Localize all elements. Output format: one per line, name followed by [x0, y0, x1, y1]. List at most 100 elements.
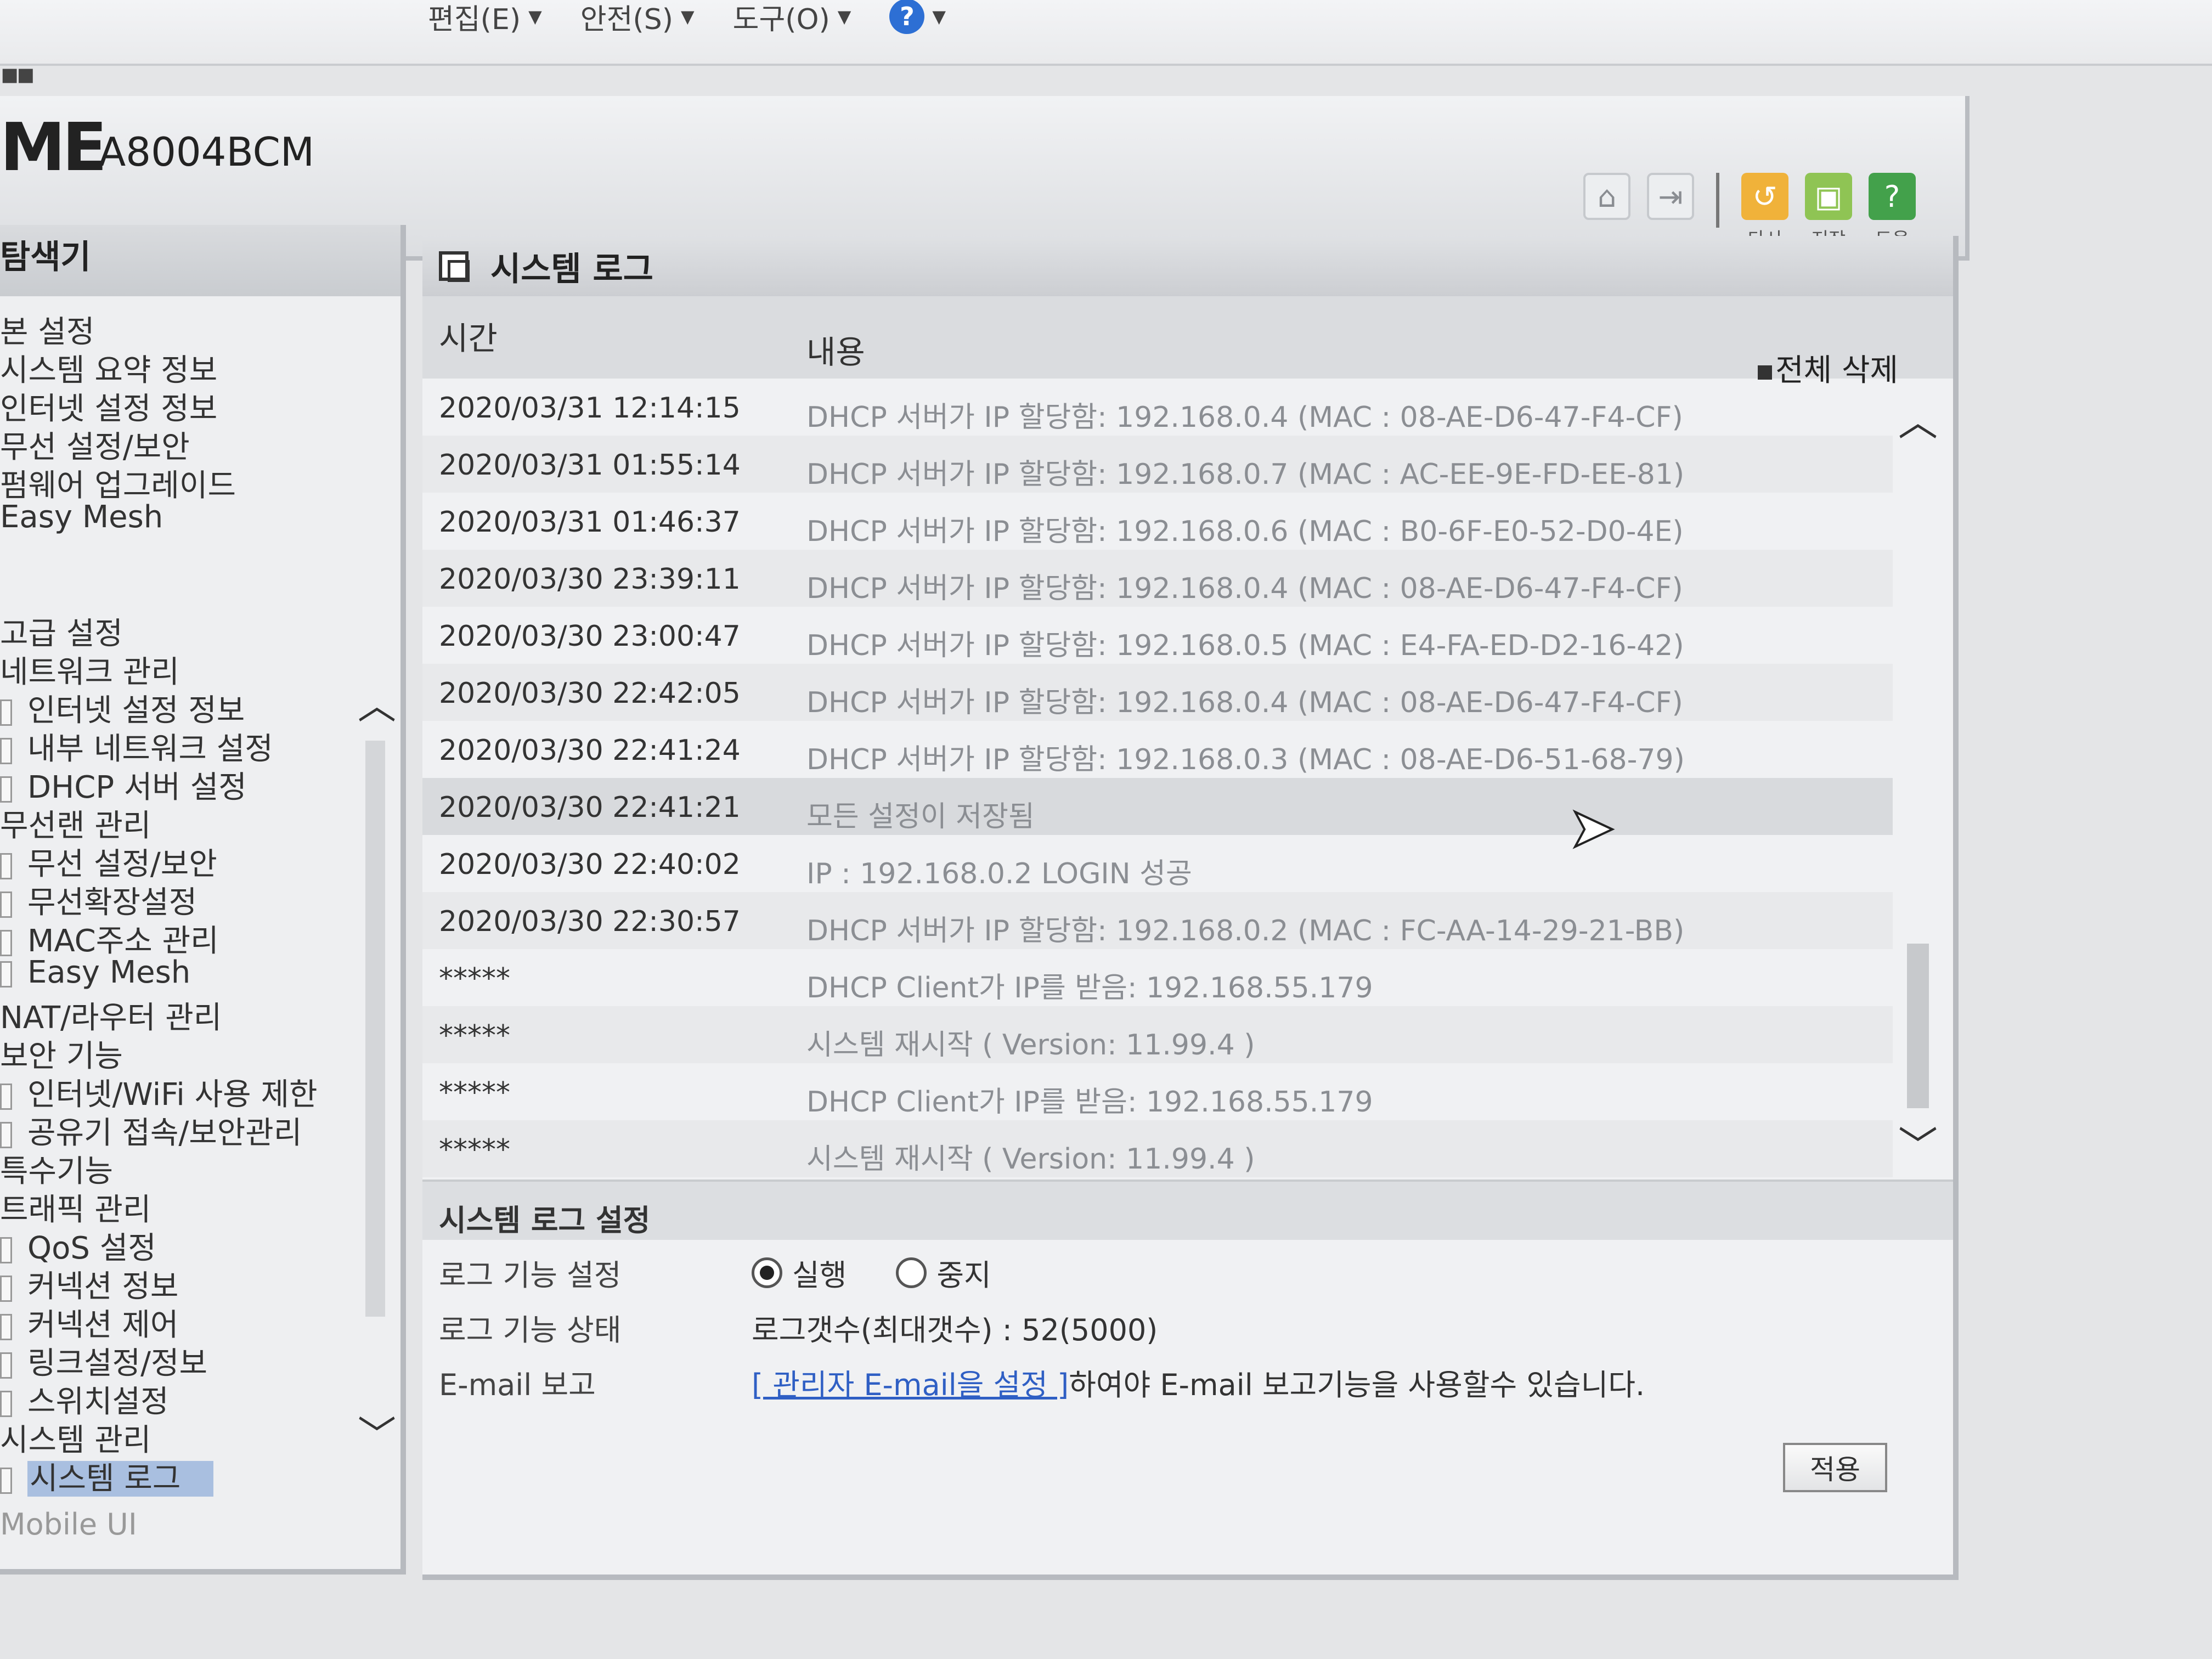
admin-email-link[interactable]: [ 관리자 E-mail을 설정 ]	[752, 1361, 1069, 1404]
sidebar-item-label: 보안 기능	[0, 1039, 123, 1074]
sidebar-item[interactable]: 무선 설정/보안	[0, 422, 190, 467]
log-func-row: 로그 기능 설정 실행 중지	[422, 1240, 1953, 1295]
radio-run[interactable]: 실행	[752, 1251, 847, 1294]
sidebar-item[interactable]: 스위치설정	[0, 1377, 169, 1421]
home-button[interactable]: ⌂	[1583, 173, 1630, 220]
menu-safety[interactable]: 안전(S) ▼	[580, 0, 695, 37]
tree-node-icon	[0, 1467, 12, 1494]
sidebar-item[interactable]: Easy Mesh	[0, 955, 190, 990]
sidebar-item[interactable]: 시스템 관리	[0, 1415, 151, 1460]
help-icon: ?	[1869, 173, 1916, 220]
sidebar-item[interactable]: 특수기능	[0, 1147, 113, 1191]
log-text: DHCP 서버가 IP 할당함: 192.168.0.7 (MAC : AC-E…	[806, 458, 1685, 491]
model-name: A8004BCM	[99, 129, 315, 175]
sidebar-item[interactable]: 인터넷 설정 정보	[0, 384, 217, 428]
sidebar-item[interactable]: 보안 기능	[0, 1031, 123, 1076]
scrollbar-thumb[interactable]	[1907, 944, 1929, 1108]
sidebar-item[interactable]: NAT/라우터 관리	[0, 993, 222, 1037]
log-row: ***** 시스템 재시작 ( Version: 11.99.4 )	[422, 1120, 1893, 1177]
menu-help[interactable]: ? ▼	[889, 0, 946, 34]
sidebar-item-label: NAT/라우터 관리	[0, 1000, 222, 1036]
menu-tools[interactable]: 도구(O) ▼	[733, 0, 851, 37]
sidebar-item[interactable]: 내부 네트워크 설정	[0, 724, 273, 769]
apply-button[interactable]: 적용	[1783, 1443, 1887, 1492]
column-header-time: 시간	[439, 320, 498, 357]
sidebar-item-label: MAC주소 관리	[27, 923, 219, 959]
sidebar-item[interactable]: MAC주소 관리	[0, 916, 219, 961]
radio-stop[interactable]: 중지	[896, 1251, 991, 1294]
sidebar-item[interactable]: 커넥션 정보	[0, 1262, 178, 1306]
log-time: 2020/03/31 01:55:14	[439, 449, 741, 482]
sidebar-item[interactable]: 무선확장설정	[0, 878, 197, 922]
sidebar-item[interactable]: Easy Mesh	[0, 499, 163, 535]
settings-section-title: 시스템 로그 설정	[422, 1180, 1953, 1240]
sidebar-item[interactable]: 공유기 접속/보안관리	[0, 1108, 302, 1153]
home-icon: ⌂	[1583, 173, 1630, 220]
email-row: E-mail 보고 [ 관리자 E-mail을 설정 ] 하여야 E-mail …	[422, 1350, 1953, 1404]
log-time: 2020/03/30 22:40:02	[439, 848, 741, 881]
sidebar-item[interactable]: 무선랜 관리	[0, 801, 151, 845]
tree-node-icon	[0, 1390, 12, 1417]
chevron-down-icon[interactable]: ﹀	[358, 1404, 396, 1460]
sidebar-item-label: 무선랜 관리	[0, 808, 151, 844]
sidebar-item[interactable]: QoS 설정	[0, 1223, 156, 1268]
sidebar-item[interactable]: 인터넷 설정 정보	[0, 686, 245, 730]
log-time: *****	[439, 1133, 510, 1166]
sidebar-item-label: 링크설정/정보	[27, 1346, 207, 1381]
scrollbar-thumb[interactable]	[365, 741, 385, 1317]
sidebar-item[interactable]: 본 설정	[0, 307, 94, 352]
log-status-row: 로그 기능 상태 로그갯수(최대갯수) : 52(5000)	[422, 1295, 1953, 1350]
log-text: DHCP Client가 IP를 받음: 192.168.55.179	[806, 972, 1373, 1005]
logout-icon: ⇥	[1647, 173, 1694, 220]
tree-node-icon	[0, 699, 12, 726]
email-label: E-mail 보고	[439, 1368, 596, 1402]
sidebar-item-label: 본 설정	[0, 314, 95, 350]
log-func-options: 실행 중지	[752, 1251, 1024, 1294]
sidebar-item-label: 고급 설정	[0, 616, 123, 652]
sidebar-item[interactable]: 무선 설정/보안	[0, 839, 217, 884]
log-row: 2020/03/30 23:39:11 DHCP 서버가 IP 할당함: 192.…	[422, 550, 1893, 607]
sidebar-item[interactable]: 고급 설정	[0, 609, 123, 653]
sidebar-item[interactable]: 시스템 로그	[0, 1454, 214, 1498]
menu-edit[interactable]: 편집(E) ▼	[428, 0, 542, 37]
chevron-down-icon[interactable]: ﹀	[1898, 1114, 1938, 1171]
tree-node-icon	[0, 1275, 12, 1302]
mobile-ui-link[interactable]: Mobile UI	[0, 1507, 137, 1542]
main-panel: 시스템 로그 시간 내용 전체 삭제 2020/03/31 12:14:15 DH…	[422, 236, 1959, 1580]
mouse-cursor-icon: ➤	[1568, 794, 1616, 861]
log-row: 2020/03/30 22:40:02 IP : 192.168.0.2 LOGI…	[422, 835, 1893, 892]
log-scrollbar[interactable]: ︿ ﹀	[1898, 379, 1938, 1180]
sidebar-item[interactable]: 네트워크 관리	[0, 647, 179, 692]
sidebar-item-label: Easy Mesh	[27, 955, 191, 990]
log-row: 2020/03/30 22:42:05 DHCP 서버가 IP 할당함: 192.…	[422, 664, 1893, 721]
sidebar-item[interactable]: 펌웨어 업그레이드	[0, 461, 236, 505]
sidebar-item[interactable]: 시스템 요약 정보	[0, 346, 217, 390]
sidebar-item[interactable]: 트래픽 관리	[0, 1185, 151, 1229]
sidebar-item[interactable]: 커넥션 제어	[0, 1300, 178, 1345]
chevron-up-icon[interactable]: ︿	[1898, 390, 1938, 447]
tree-node-icon	[0, 1083, 12, 1110]
grip-icon: ▪▪	[0, 58, 36, 91]
radio-stop-input[interactable]	[896, 1257, 927, 1288]
sidebar-item[interactable]: DHCP 서버 설정	[0, 763, 247, 807]
radio-run-input[interactable]	[752, 1257, 782, 1288]
logout-button[interactable]: ⇥	[1647, 173, 1694, 220]
log-text: 시스템 재시작 ( Version: 11.99.4 )	[806, 1029, 1255, 1062]
log-time: 2020/03/30 22:41:24	[439, 734, 741, 767]
tree-node-icon	[0, 1121, 12, 1148]
chevron-up-icon[interactable]: ︿	[358, 675, 396, 730]
window-icon	[439, 251, 470, 282]
sidebar-item-label: 인터넷 설정 정보	[0, 391, 218, 427]
sidebar-scrollbar[interactable]: ︿ ﹀	[358, 675, 396, 1470]
tree-node-icon	[0, 929, 12, 956]
chevron-down-icon: ▼	[528, 6, 542, 27]
log-text: DHCP 서버가 IP 할당함: 192.168.0.5 (MAC : E4-F…	[806, 629, 1684, 662]
log-time: *****	[439, 1019, 510, 1052]
sidebar-item-label: 인터넷 설정 정보	[27, 693, 245, 729]
tree-node-icon	[0, 961, 12, 988]
sidebar-item-label: 인터넷/WiFi 사용 제한	[27, 1077, 318, 1113]
log-text: 시스템 재시작 ( Version: 11.99.4 )	[806, 1143, 1255, 1176]
sidebar-item[interactable]: 인터넷/WiFi 사용 제한	[0, 1070, 318, 1114]
log-time: 2020/03/31 01:46:37	[439, 506, 741, 539]
sidebar-item[interactable]: 링크설정/정보	[0, 1339, 207, 1383]
